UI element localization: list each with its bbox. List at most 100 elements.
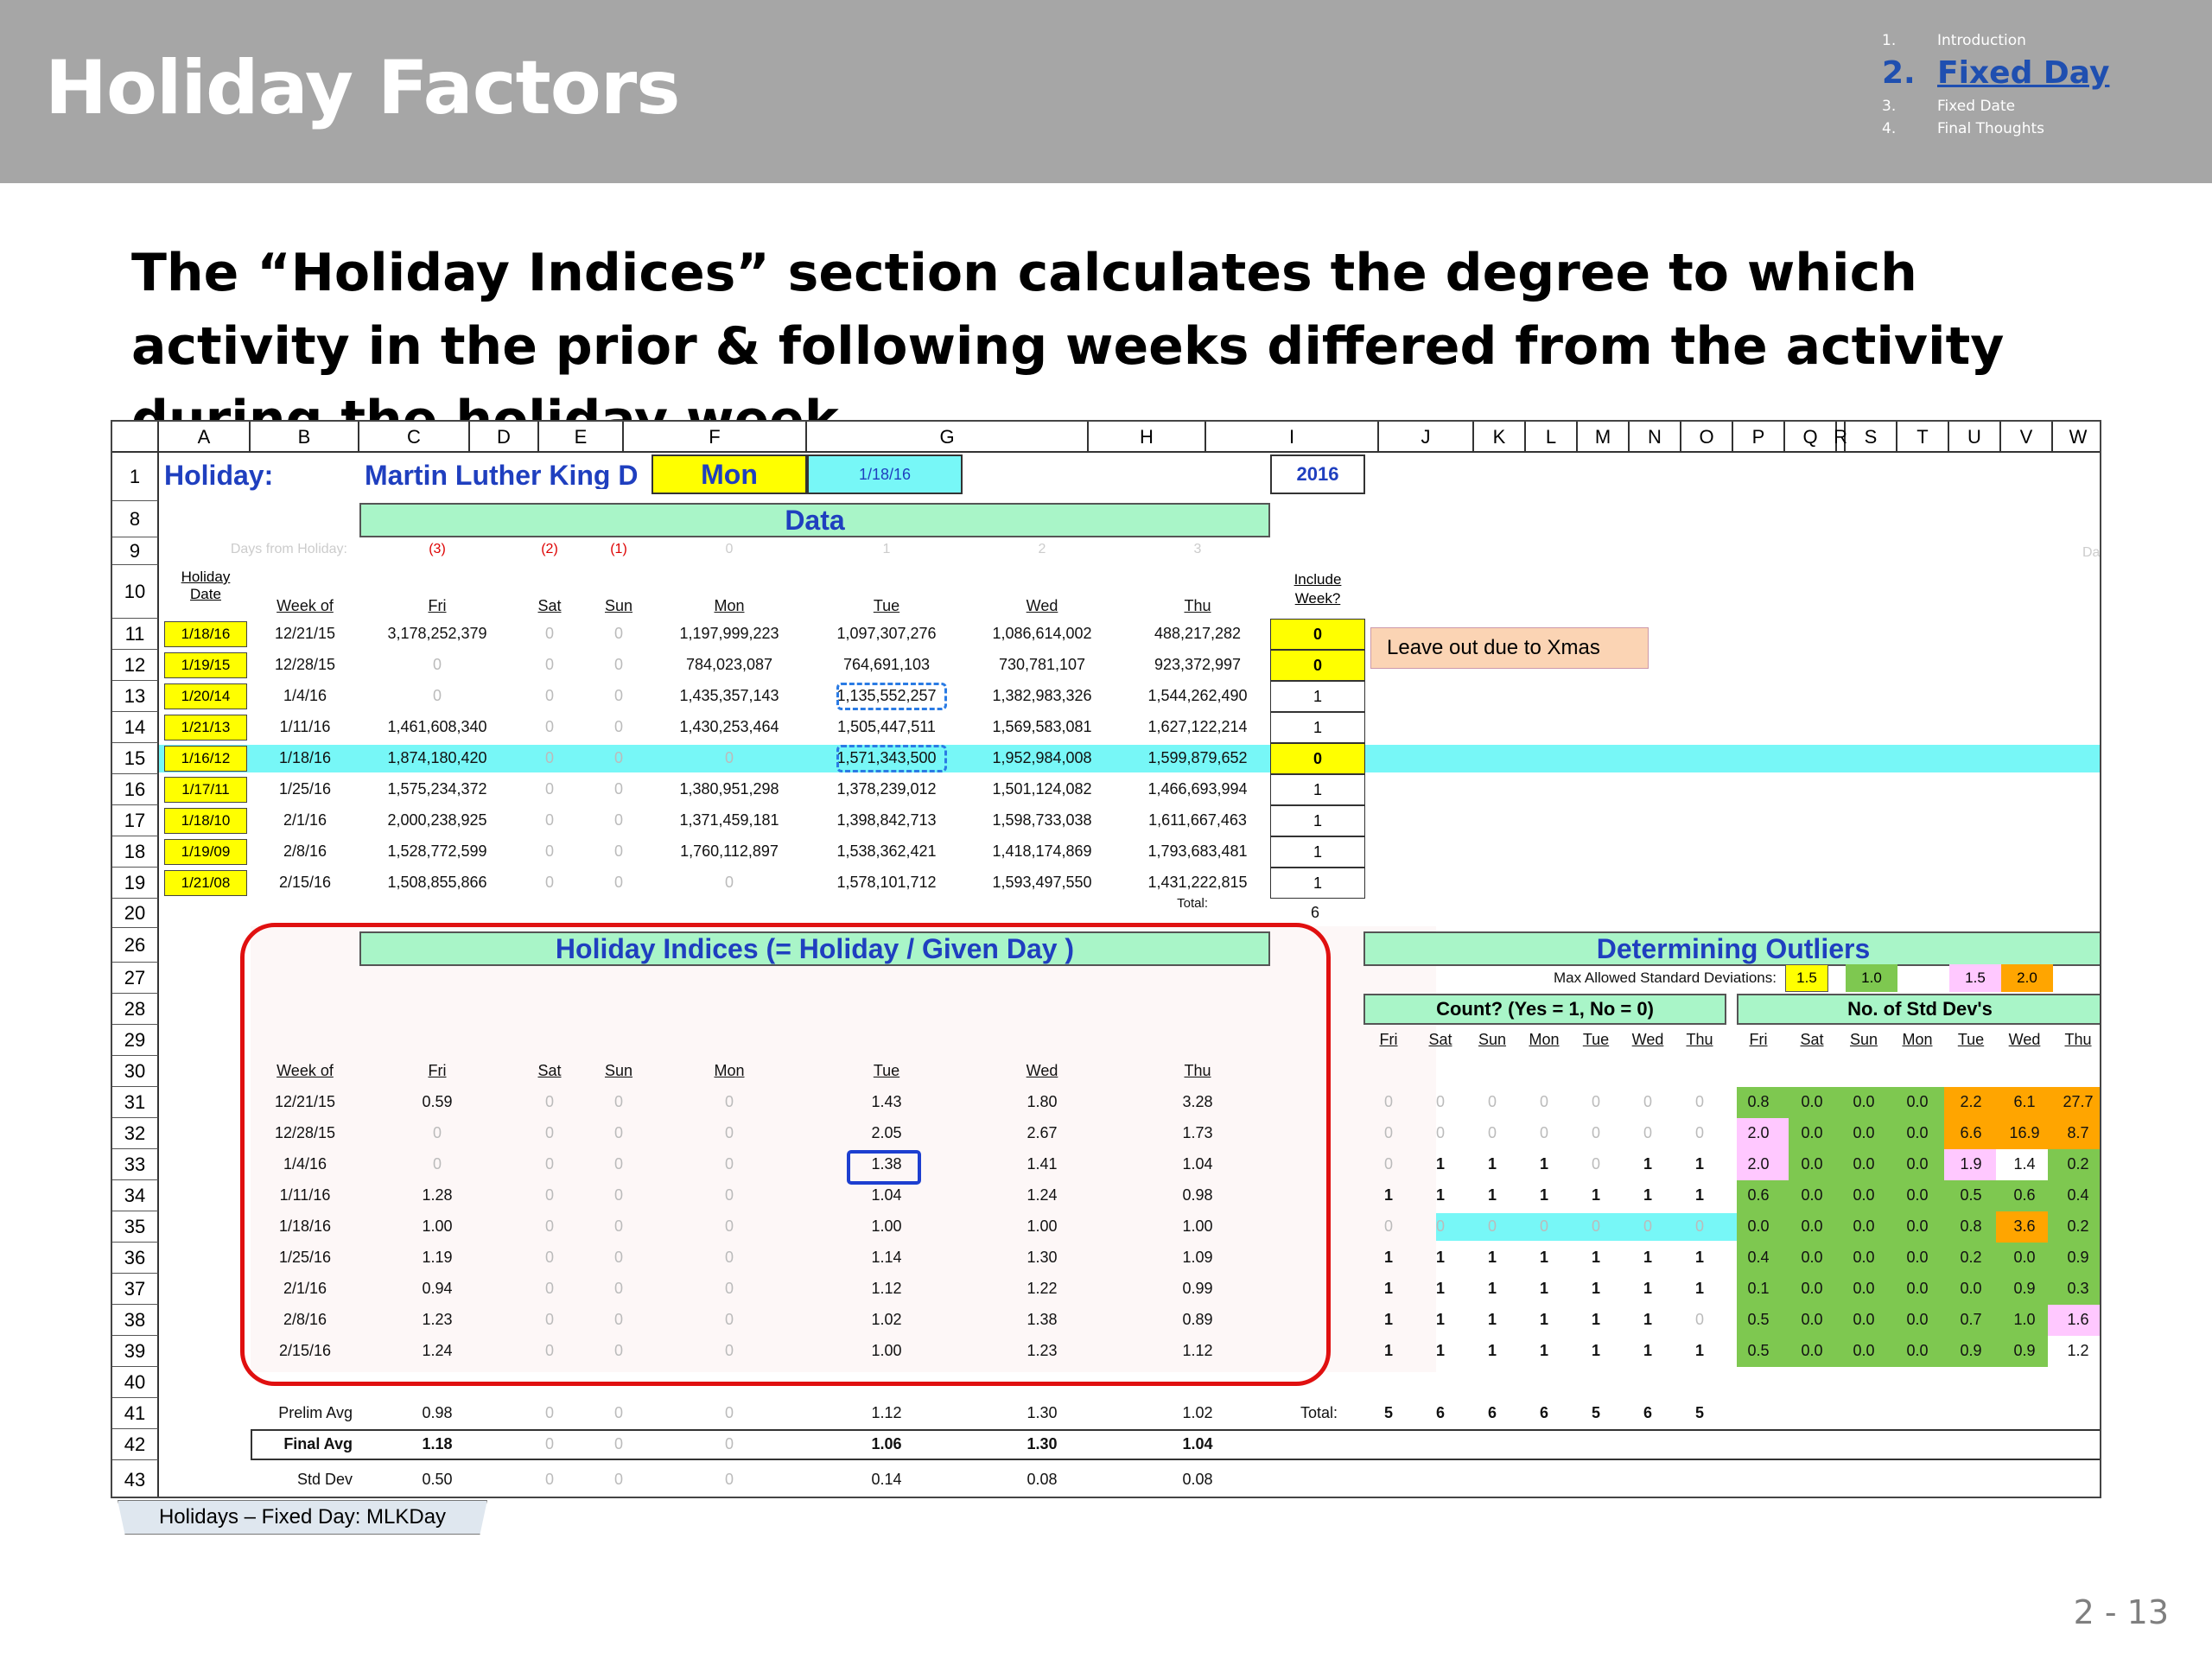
column-header-i[interactable]: I [1206,422,1379,453]
column-header-n[interactable]: N [1630,422,1681,453]
data-cell-thu: 1,627,122,214 [1147,718,1248,735]
row-header-1[interactable]: 1 [112,453,159,501]
data-cell-wed: 1,598,733,038 [992,811,1092,829]
row-header-8[interactable]: 8 [112,501,159,537]
row-header-15[interactable]: 15 [112,743,159,774]
row-header-30[interactable]: 30 [112,1056,159,1087]
row-header-39[interactable]: 39 [112,1336,159,1367]
include-week-cell[interactable]: 0 [1270,619,1365,650]
nav-item-fixed-date[interactable]: 3. Fixed Date [1882,95,2109,118]
row-header-19[interactable]: 19 [112,868,159,899]
data-cell-wed: 730,781,107 [998,656,1086,673]
nav-item-introduction[interactable]: 1. Introduction [1882,29,2109,52]
column-header-h[interactable]: H [1089,422,1206,453]
row-header-32[interactable]: 32 [112,1118,159,1149]
row-header-40[interactable]: 40 [112,1367,159,1398]
days-offset-5: 2 [1038,542,1046,556]
data-cell-tue: 1,538,362,421 [836,842,937,860]
column-header-t[interactable]: T [1897,422,1949,453]
column-header-v[interactable]: V [2001,422,2053,453]
row-header-36[interactable]: 36 [112,1243,159,1274]
include-week-cell[interactable]: 1 [1270,836,1365,868]
row-header-27[interactable]: 27 [112,963,159,994]
nav-item-final-thoughts[interactable]: 4. Final Thoughts [1882,118,2109,140]
include-week-cell[interactable]: 0 [1270,650,1365,681]
max-std-value[interactable]: 1.5 [1785,964,1828,992]
header-day-mon: Mon [714,597,745,614]
data-cell-wed: 1,382,983,326 [992,687,1092,704]
page-title: Holiday Factors [45,45,680,131]
column-header-o[interactable]: O [1681,422,1733,453]
column-header-f[interactable]: F [624,422,807,453]
row-header-35[interactable]: 35 [112,1211,159,1243]
include-week-cell[interactable]: 1 [1270,774,1365,805]
data-cell-mon: 1,435,357,143 [679,687,779,704]
column-header-b[interactable]: B [251,422,359,453]
data-cell-thu: 1,431,222,815 [1147,874,1248,891]
row-header-13[interactable]: 13 [112,681,159,712]
column-header-u[interactable]: U [1949,422,2001,453]
row-header-11[interactable]: 11 [112,619,159,650]
column-header-m[interactable]: M [1578,422,1630,453]
column-header-w[interactable]: W [2053,422,2100,453]
summary-label: Prelim Avg [278,1404,353,1421]
include-week-cell[interactable]: 1 [1270,868,1365,899]
include-week-cell[interactable]: 1 [1270,712,1365,743]
row-header-41[interactable]: 41 [112,1398,159,1429]
days-offset-6: 3 [1193,542,1202,556]
column-header-d[interactable]: D [470,422,539,453]
row-header-33[interactable]: 33 [112,1149,159,1180]
holiday-day-cell[interactable]: Mon [652,454,807,494]
holiday-date-cell[interactable]: 1/18/16 [807,454,963,494]
row-header-9[interactable]: 9 [112,537,159,565]
column-header-l[interactable]: L [1526,422,1578,453]
row-header-20[interactable]: 20 [112,899,159,928]
indices-red-outline [240,923,1331,1386]
count-total: 5 [1694,1404,1704,1421]
row-header-31[interactable]: 31 [112,1087,159,1118]
include-week-cell[interactable]: 1 [1270,805,1365,836]
std-dev-cell: 8.7 [2067,1124,2089,1141]
threshold-1: 1.0 [1846,964,1897,992]
include-week-cell[interactable]: 0 [1270,743,1365,774]
row-header-28[interactable]: 28 [112,994,159,1025]
row-header-10[interactable]: 10 [112,565,159,619]
sheet-tab[interactable]: Holidays – Fixed Day: MLKDay [118,1500,487,1535]
row-header-12[interactable]: 12 [112,650,159,681]
column-header-r[interactable]: R [1834,422,1847,453]
row-header-37[interactable]: 37 [112,1274,159,1305]
column-header-j[interactable]: J [1379,422,1474,453]
holiday-label: Holiday: [164,460,274,491]
column-header-e[interactable]: E [539,422,624,453]
row-header-29[interactable]: 29 [112,1025,159,1056]
column-header-c[interactable]: C [359,422,470,453]
corner-cell[interactable] [112,422,159,453]
data-cell-mon: 1,371,459,181 [679,811,779,829]
row-header-34[interactable]: 34 [112,1180,159,1211]
data-cell-mon: 0 [724,874,734,891]
column-header-q[interactable]: Q [1785,422,1837,453]
std-section-header: No. of Std Dev's [1737,994,2100,1025]
row-header-38[interactable]: 38 [112,1305,159,1336]
column-header-a[interactable]: A [159,422,251,453]
nav-item-fixed-day[interactable]: 2. Fixed Day [1882,52,2109,95]
year-cell[interactable]: 2016 [1270,454,1365,494]
row-header-14[interactable]: 14 [112,712,159,743]
row-header-16[interactable]: 16 [112,774,159,805]
column-header-g[interactable]: G [807,422,1089,453]
data-cell-wed: 1,952,984,008 [992,749,1092,766]
spreadsheet[interactable]: ABCDEFGHIJKLMNOPQRSTUVWXY189101112131415… [111,420,2101,1498]
column-header-p[interactable]: P [1733,422,1785,453]
row-header-42[interactable]: 42 [112,1429,159,1460]
count-section-header: Count? (Yes = 1, No = 0) [1363,994,1726,1025]
column-header-k[interactable]: K [1474,422,1526,453]
std-dev-cell: 0.9 [2067,1249,2089,1266]
row-header-17[interactable]: 17 [112,805,159,836]
data-cell-thu: 488,217,282 [1154,625,1242,642]
column-header-s[interactable]: S [1846,422,1897,453]
data-cell-thu: 1,611,667,463 [1148,811,1247,829]
row-header-43[interactable]: 43 [112,1460,159,1497]
row-header-18[interactable]: 18 [112,836,159,868]
row-header-26[interactable]: 26 [112,928,159,963]
include-week-cell[interactable]: 1 [1270,681,1365,712]
